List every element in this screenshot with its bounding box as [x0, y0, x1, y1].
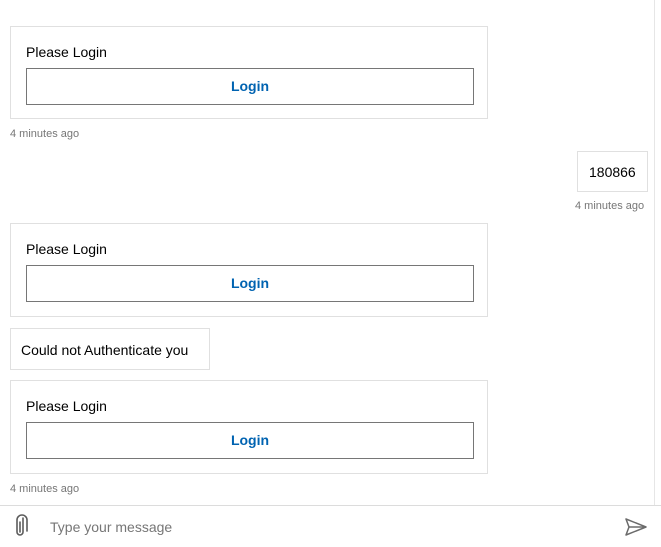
bot-message-text: Could not Authenticate you	[21, 342, 189, 358]
bot-message-bubble: Could not Authenticate you	[10, 328, 210, 370]
attach-button[interactable]	[8, 512, 34, 540]
timestamp: 4 minutes ago	[10, 483, 80, 495]
card-text: Please Login	[26, 241, 107, 257]
card-text: Please Login	[26, 398, 107, 414]
send-button[interactable]	[622, 514, 650, 540]
login-card: Please Login Login	[10, 380, 488, 474]
chat-transcript[interactable]: Please Login Login 4 minutes ago 180866 …	[0, 0, 655, 505]
login-button[interactable]: Login	[26, 265, 474, 302]
input-bar	[0, 505, 661, 547]
user-message-bubble: 180866	[577, 151, 648, 192]
send-icon	[625, 518, 647, 536]
card-text: Please Login	[26, 44, 107, 60]
webchat-window: Please Login Login 4 minutes ago 180866 …	[0, 0, 661, 547]
login-button[interactable]: Login	[26, 68, 474, 105]
message-input[interactable]	[48, 514, 612, 540]
login-card: Please Login Login	[10, 223, 488, 317]
paperclip-icon	[16, 514, 28, 536]
timestamp: 4 minutes ago	[575, 200, 645, 212]
login-button[interactable]: Login	[26, 422, 474, 459]
timestamp: 4 minutes ago	[10, 128, 80, 140]
user-message-text: 180866	[589, 164, 636, 180]
login-card: Please Login Login	[10, 26, 488, 119]
scrollbar-track[interactable]	[654, 0, 661, 505]
